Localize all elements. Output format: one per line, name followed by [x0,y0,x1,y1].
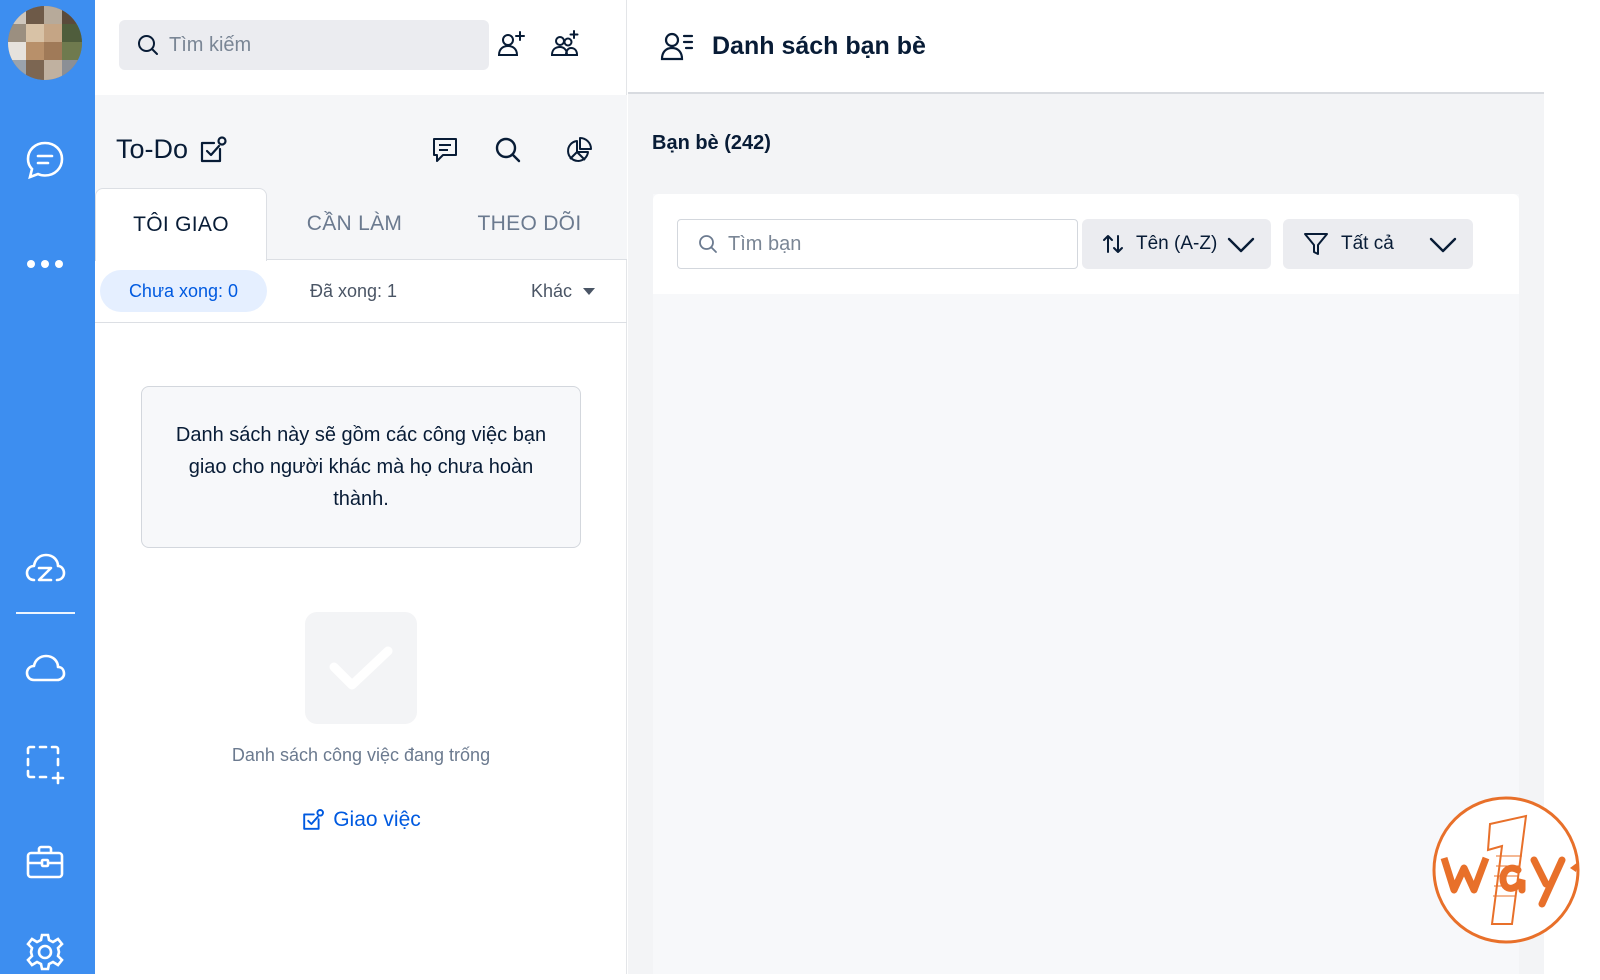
search-input[interactable] [169,33,469,57]
add-friend-icon [497,31,525,56]
done-filter-tab[interactable]: Đã xong: 1 [310,270,397,312]
gear-icon [26,933,64,971]
info-text: Danh sách này sẽ gồm các công việc bạn g… [175,424,547,510]
search-icon [699,235,717,253]
todo-search-button[interactable] [488,130,528,170]
sort-arrows-icon [1103,235,1123,253]
sort-dropdown[interactable]: Tên (A-Z) [1082,219,1271,269]
briefcase-icon [26,845,64,879]
empty-state-illustration [305,612,417,724]
cloud-nav-button[interactable] [17,640,73,696]
more-nav-button[interactable] [17,236,73,292]
left-rail [0,0,95,974]
friends-count: Bạn bè (242) [652,132,771,154]
create-group-button[interactable] [545,24,585,64]
checklist-edit-icon [303,809,325,830]
more-dots-icon [27,260,63,268]
messages-nav-button[interactable] [17,132,73,188]
zcloud-icon [25,553,66,582]
chat-bubble-icon [26,141,64,180]
friends-card: Tên (A-Z) Tất cả [653,194,1519,974]
friends-panel: Danh sách bạn bè Bạn bè (242) Tên (A-Z) [628,0,1544,974]
todo-comments-button[interactable] [425,130,465,170]
settings-nav-button[interactable] [17,924,73,980]
other-filter-label: Khác [531,280,573,301]
assign-task-label: Giao việc [333,808,421,831]
toolbox-nav-button[interactable] [17,834,73,890]
todo-subtabs: Chưa xong: 0 Đã xong: 1 Khác [95,260,627,323]
pending-filter-pill[interactable]: Chưa xong: 0 [100,270,267,312]
add-group-icon [550,30,579,56]
search-icon [138,35,158,55]
chevron-down-icon [1429,237,1457,253]
filter-dropdown[interactable]: Tất cả [1283,219,1473,269]
tab-toi-giao[interactable]: TÔI GIAO [95,188,267,261]
checklist-edit-icon [200,135,227,162]
rail-divider [16,612,75,614]
screen-capture-icon [26,745,65,785]
avatar[interactable] [8,6,82,80]
caret-down-icon [583,287,596,295]
todo-panel: To-Do TÔI GIAO CẦN LÀM THEO DÕI Chưa xon… [95,0,627,974]
screen-capture-nav-button[interactable] [17,736,73,792]
assign-task-link[interactable]: Giao việc [95,808,627,832]
friend-search-box[interactable] [677,219,1078,269]
add-friend-button[interactable] [491,24,531,64]
todo-stats-button[interactable] [559,130,599,170]
other-filter-dropdown[interactable]: Khác [531,270,596,312]
chevron-down-icon [1227,237,1255,253]
tab-can-lam[interactable]: CẦN LÀM [267,188,442,260]
filter-label: Tất cả [1341,233,1394,254]
sort-label: Tên (A-Z) [1136,233,1218,254]
global-search[interactable] [119,20,489,70]
comment-icon [433,138,457,162]
todo-title-text: To-Do [116,134,189,164]
friend-search-input[interactable] [728,232,1048,256]
watermark-logo [1430,794,1582,946]
search-icon [495,137,521,163]
info-box: Danh sách này sẽ gồm các công việc bạn g… [141,386,581,548]
todo-title: To-Do [116,134,228,165]
friends-title: Danh sách bạn bè [712,31,926,60]
checkmark-icon [329,646,393,690]
todo-tabs: TÔI GIAO CẦN LÀM THEO DÕI [95,188,627,261]
friends-header: Danh sách bạn bè [628,0,1544,94]
filter-funnel-icon [1304,233,1328,255]
cloud-icon [25,654,66,682]
friends-toolbar: Tên (A-Z) Tất cả [653,194,1519,294]
pie-chart-icon [567,137,592,162]
tab-theo-doi[interactable]: THEO DÕI [442,188,617,260]
empty-state-text: Danh sách công việc đang trống [231,745,491,765]
zcloud-nav-button[interactable] [17,540,73,596]
contact-list-icon [660,32,694,61]
